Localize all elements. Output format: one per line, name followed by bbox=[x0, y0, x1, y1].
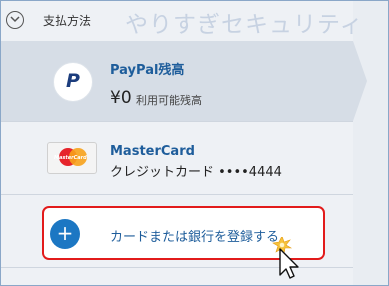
window-frame: 支払方法 やりすぎセキュリティ P PayPal残高 ¥0 利用可能残高 Mas… bbox=[0, 0, 389, 286]
section-title: 支払方法 bbox=[43, 14, 92, 28]
balance-label: 利用可能残高 bbox=[136, 94, 202, 107]
chevron-down-icon bbox=[10, 16, 20, 23]
collapse-toggle[interactable] bbox=[6, 11, 24, 29]
payment-method-name: PayPal残高 bbox=[110, 63, 185, 78]
plus-icon[interactable]: + bbox=[50, 219, 80, 249]
card-detail: クレジットカード ••••4444 bbox=[110, 165, 282, 180]
payment-method-name[interactable]: MasterCard bbox=[110, 144, 195, 159]
mastercard-logo-icon: MasterCard bbox=[47, 142, 97, 174]
paypal-logo-icon: P bbox=[53, 62, 93, 102]
divider bbox=[1, 194, 353, 195]
mouse-cursor-icon bbox=[272, 237, 299, 279]
mastercard-logo-text: MasterCard bbox=[54, 155, 87, 161]
payment-panel: 支払方法 やりすぎセキュリティ P PayPal残高 ¥0 利用可能残高 Mas… bbox=[1, 1, 363, 285]
section-header: 支払方法 やりすぎセキュリティ bbox=[1, 1, 363, 41]
divider bbox=[1, 121, 353, 122]
add-card-or-bank-label[interactable]: カードまたは銀行を登録する bbox=[110, 226, 279, 245]
watermark: やりすぎセキュリティ bbox=[125, 12, 364, 38]
selection-pointer bbox=[353, 41, 367, 121]
balance-amount: ¥0 bbox=[110, 88, 132, 108]
divider bbox=[1, 267, 353, 268]
